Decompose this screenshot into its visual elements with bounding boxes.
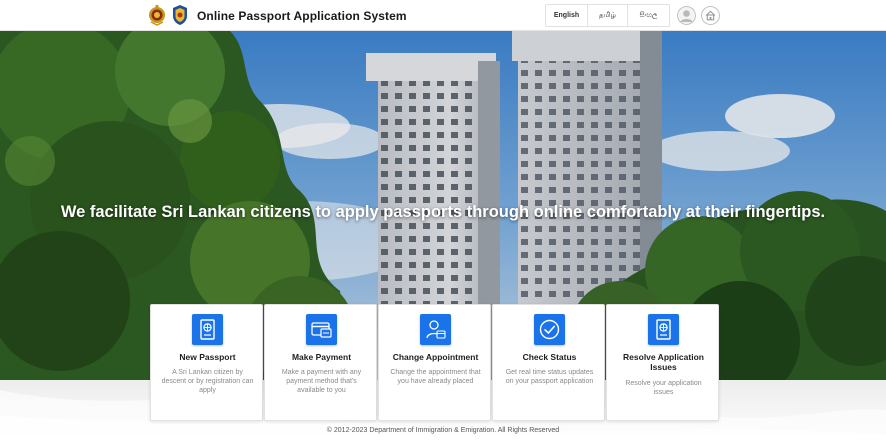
language-tamil-button[interactable]: தமிழ் xyxy=(588,5,628,26)
passport-icon xyxy=(648,314,679,345)
service-description: Resolve your application issues xyxy=(625,380,702,396)
sri-lanka-emblem-icon xyxy=(149,5,165,26)
top-header: Online Passport Application System Engli… xyxy=(0,0,886,31)
service-cards: New Passport A Sri Lankan citizen by des… xyxy=(150,304,720,421)
check-circle-icon xyxy=(534,314,565,345)
service-card-change-appointment[interactable]: Change Appointment Change the appointmen… xyxy=(378,304,491,421)
service-description: Get real time status updates on your pas… xyxy=(505,369,594,385)
passport-icon xyxy=(192,314,223,345)
service-title: Check Status xyxy=(522,352,577,362)
service-card-resolve-issues[interactable]: Resolve Application Issues Resolve your … xyxy=(606,304,719,421)
service-description: A Sri Lankan citizen by descent or by re… xyxy=(161,369,254,394)
immigration-emblem-icon xyxy=(173,5,187,25)
hero-tagline: We facilitate Sri Lankan citizens to app… xyxy=(60,203,826,221)
language-switcher: English தமிழ் සිංහල xyxy=(545,4,670,27)
app-title: Online Passport Application System xyxy=(197,9,407,23)
service-card-make-payment[interactable]: Make Payment Make a payment with any pay… xyxy=(264,304,377,421)
service-title: Make Payment xyxy=(291,352,352,362)
service-card-check-status[interactable]: Check Status Get real time status update… xyxy=(492,304,605,421)
service-title: New Passport xyxy=(179,352,236,362)
service-title: Change Appointment xyxy=(392,352,479,362)
service-card-new-passport[interactable]: New Passport A Sri Lankan citizen by des… xyxy=(150,304,263,421)
home-icon[interactable] xyxy=(701,6,720,25)
service-description: Make a payment with any payment method t… xyxy=(281,369,362,394)
appointment-user-icon xyxy=(420,314,451,345)
service-description: Change the appointment that you have alr… xyxy=(390,369,481,385)
payment-card-icon xyxy=(306,314,337,345)
service-title: Resolve Application Issues xyxy=(623,352,704,372)
footer-copyright: © 2012-2023 Department of Immigration & … xyxy=(326,427,560,434)
language-english-button[interactable]: English xyxy=(546,5,588,26)
profile-icon[interactable] xyxy=(677,6,696,25)
language-sinhala-button[interactable]: සිංහල xyxy=(628,5,669,26)
